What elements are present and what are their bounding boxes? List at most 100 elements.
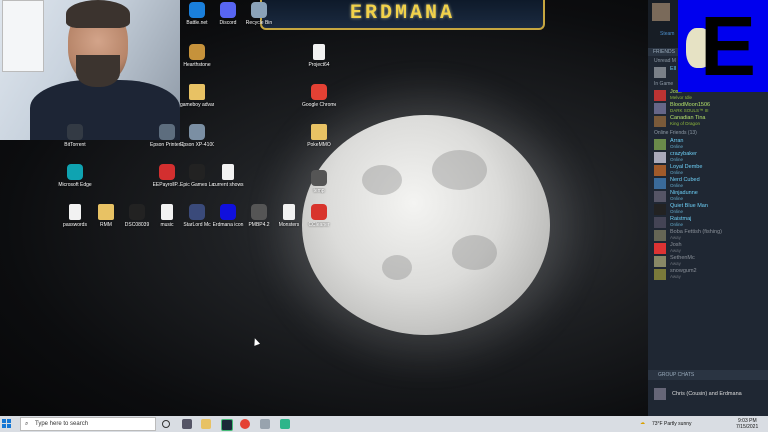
desktop-icon-label: Epic Games Launcher (180, 182, 214, 188)
friend-item[interactable]: Ninjadunne Online (648, 190, 768, 203)
pokemmo-icon (311, 124, 327, 140)
discord-icon (220, 2, 236, 18)
avatar (654, 116, 666, 127)
temp-icon (311, 170, 327, 186)
desktop-icon-epson1[interactable]: Epson Printer Connectio... (150, 124, 184, 148)
desktop-icon-label: temp (313, 188, 325, 194)
desktop-icon-project64[interactable]: Project64 (302, 44, 336, 68)
ccleaner-icon (311, 204, 327, 220)
weather-icon[interactable]: ☁ (640, 420, 645, 426)
desktop-icon-recycle[interactable]: Recycle Bin (242, 2, 276, 26)
desktop-icon-chrome1[interactable]: Google Chrome (302, 84, 336, 108)
desktop-icon-label: Discord (219, 20, 237, 26)
group-chats-header[interactable]: GROUP CHATS (648, 370, 768, 380)
desktop-icon-monsters[interactable]: Monsters (272, 204, 306, 228)
file-explorer-icon[interactable] (201, 419, 211, 429)
taskview-windows-icon[interactable] (182, 419, 192, 429)
desktop-icon-passwords[interactable]: passwords (58, 204, 92, 228)
logo-letter: E (700, 0, 757, 92)
friend-item[interactable]: Quiet Blue Man Online (648, 203, 768, 216)
desktop-icon-label: StarLord Mc (183, 222, 211, 228)
desktop-icon-epson2[interactable]: Epson XP-4100_X... (180, 124, 214, 148)
taskbar: ⌕ Type here to search ☁ 73°F Partly sunn… (0, 416, 768, 432)
desktop-icon-pokemmo[interactable]: PokeMMO (302, 124, 336, 148)
taskbar-search-input[interactable]: ⌕ Type here to search (20, 417, 156, 431)
desktop-icon-label: Project64 (308, 62, 330, 68)
avatar (654, 165, 666, 176)
desktop-icon-label: Monsters (278, 222, 300, 228)
avatar (654, 103, 666, 114)
desktop-icon-ccleaner[interactable]: CCleaner (302, 204, 336, 228)
friend-item[interactable]: Raistmaj Online (648, 216, 768, 229)
friend-status: Online (670, 222, 684, 227)
desktop-icon-discord[interactable]: Discord (211, 2, 245, 26)
system-tray: ☁ 73°F Partly sunny 9:03 PM 7/15/2021 (640, 416, 768, 432)
desktop-icon-label: current shows (212, 182, 244, 188)
erdmanaicon-icon (220, 204, 236, 220)
stream-banner: ERDMANA (260, 0, 545, 30)
desktop-icon-eepayroll[interactable]: EEPayrollP... (150, 164, 184, 188)
friend-item[interactable]: snowgum2 Away (648, 268, 768, 281)
desktop-icon-label: PokeMMO (307, 142, 331, 148)
avatar (654, 178, 666, 189)
friend-item[interactable]: SethenMc Away (648, 255, 768, 268)
group-chat-item[interactable]: Chris (Cousin) and Erdmana (648, 386, 768, 402)
desktop-icon-erdmanaicon[interactable]: Erdmana icon (211, 204, 245, 228)
epic-icon (189, 164, 205, 180)
date-text[interactable]: 7/15/2021 (736, 424, 758, 430)
avatar (654, 269, 666, 280)
friend-item[interactable]: Nerd Cubed Online (648, 177, 768, 190)
app-icon[interactable] (260, 419, 270, 429)
app-icon[interactable] (280, 419, 290, 429)
desktop-icon-battlenet[interactable]: Battle.net (180, 2, 214, 26)
task-view-icon[interactable] (162, 420, 170, 428)
desktop-icon-label: PMBP4.2 (248, 222, 270, 228)
friend-item[interactable]: crazybaker Online (648, 151, 768, 164)
desktop-icon-music[interactable]: music (150, 204, 184, 228)
friend-item[interactable]: Josh Away (648, 242, 768, 255)
friend-status: Online (670, 209, 684, 214)
friend-item[interactable]: Canadian Tina King of Dragon (648, 115, 768, 128)
avatar[interactable] (652, 3, 670, 21)
avatar (654, 90, 666, 101)
desktop-icon-gameboy[interactable]: gameboy advanced (180, 84, 214, 108)
desktop-icon-pmbp[interactable]: PMBP4.2 (242, 204, 276, 228)
steam-icon[interactable] (221, 419, 233, 431)
friend-status: DARK SOULS™ III (670, 108, 709, 113)
banner-title: ERDMANA (349, 2, 455, 25)
friend-status: Online (670, 183, 684, 188)
desktop-icon-label: BitTorrent (64, 142, 86, 148)
desktop-icon-rmm[interactable]: RMM (89, 204, 123, 228)
edge-icon (67, 164, 83, 180)
friend-item[interactable]: BloodMoon1506 DARK SOULS™ III (648, 102, 768, 115)
desktop-icon-epic[interactable]: Epic Games Launcher (180, 164, 214, 188)
passwords-icon (69, 204, 81, 220)
desktop-icon-starlord[interactable]: StarLord Mc (180, 204, 214, 228)
desktop-icon-edge[interactable]: Microsoft Edge (58, 164, 92, 188)
hearthstone-icon (189, 44, 205, 60)
friend-status: Online (670, 170, 684, 175)
monsters-icon (283, 204, 295, 220)
chrome-icon[interactable] (240, 419, 250, 429)
pmbp-icon (251, 204, 267, 220)
friend-item[interactable]: Boba Fettish (fishing) Away (648, 229, 768, 242)
mouse-cursor (251, 337, 261, 346)
friend-item[interactable]: Arran Online (648, 138, 768, 151)
friend-status: King of Dragon (670, 121, 701, 126)
erdmana-logo: E (678, 0, 768, 92)
friend-item[interactable]: Loyal Dembe Online (648, 164, 768, 177)
epson1-icon (159, 124, 175, 140)
desktop-icon-label: Erdmana icon (212, 222, 244, 228)
search-icon: ⌕ (25, 421, 29, 427)
avatar (654, 230, 666, 241)
weather-text[interactable]: 73°F Partly sunny (652, 421, 692, 427)
desktop-icon-bittorrent[interactable]: BitTorrent (58, 124, 92, 148)
start-button[interactable] (2, 419, 12, 429)
friend-status: Melvor Idle (670, 95, 693, 100)
gameboy-icon (189, 84, 205, 100)
desktop-icon-current[interactable]: current shows (211, 164, 245, 188)
desktop-icon-hearthstone[interactable]: Hearthstone (180, 44, 214, 68)
desktop-icon-temp[interactable]: temp (302, 170, 336, 194)
avatar (654, 204, 666, 215)
desktop-icon-dsc[interactable]: DSC08039 (120, 204, 154, 228)
